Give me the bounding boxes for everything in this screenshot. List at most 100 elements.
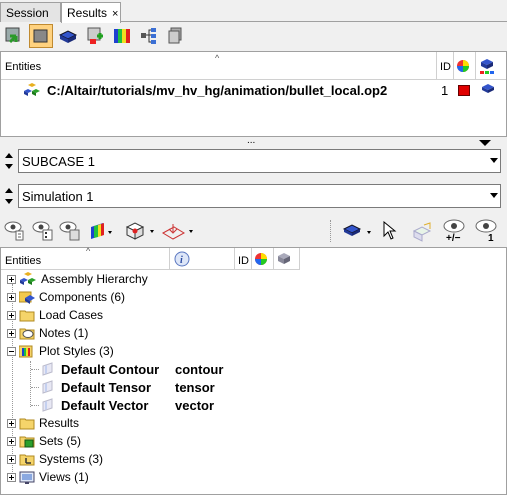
tree-item-label: Assembly Hierarchy [41,272,148,286]
component-icon[interactable] [56,24,80,48]
file-path: C:/Altair/tutorials/mv_hv_hg/animation/b… [47,83,388,98]
chevron-down-icon [490,193,498,198]
sets-icon [19,434,35,448]
results-toolbar [2,24,202,50]
collapse-icon[interactable] [7,346,16,356]
display-toggle-icon[interactable] [29,24,53,48]
component-color-icon[interactable] [342,222,376,243]
tensor-style-icon [41,380,57,394]
tree-item-label: Notes (1) [39,326,89,340]
plus-minus-label: +/− [446,233,461,244]
tree-connector [31,405,39,406]
subcase-select[interactable]: SUBCASE 1 [18,149,501,173]
visibility-column-icon[interactable] [277,252,291,269]
plot-style-type: vector [175,397,215,413]
folder-icon [19,308,35,322]
sort-caret-icon[interactable]: ^ [215,53,219,63]
toolbar-separator [330,220,331,242]
tree-item-label: Components (6) [39,290,126,304]
file-id: 1 [441,83,449,98]
close-icon[interactable]: × [112,8,118,20]
tree-item-label: Sets (5) [39,434,82,448]
splitter[interactable]: ... [0,135,507,147]
plot-style-type: tensor [175,379,215,395]
one-label: 1 [488,233,494,244]
assembly-icon [23,83,41,100]
tree-item-components[interactable]: Components (6) [7,288,125,306]
color-wheel-icon[interactable] [456,59,470,76]
tree-item-systems[interactable]: Systems (3) [7,450,103,468]
show-selected-eye-icon[interactable] [31,220,55,245]
id-column-header[interactable]: ID [238,255,249,267]
plot-style-name: Default Vector [61,397,149,413]
tab-label: Results [67,6,108,20]
chevron-down-icon [490,158,498,163]
tree-item-label: Systems (3) [39,452,104,466]
id-column-header[interactable]: ID [440,61,451,73]
info-icon[interactable]: i [174,251,190,270]
top-table-header: ^ Entities ID [1,52,506,80]
subcase-spinner[interactable] [2,149,17,173]
views-icon [19,470,35,484]
color-swatch[interactable] [458,85,470,96]
notes-icon [19,326,35,340]
expand-icon[interactable] [7,472,16,482]
tree-connector [31,387,39,388]
sort-caret-icon[interactable]: ^ [86,246,90,256]
tree-item-load-cases[interactable]: Load Cases [7,306,103,324]
entities-column-header[interactable]: Entities [5,255,41,267]
entity-browser: ^ Entities i ID Assembly Hierarchy Compo… [0,246,507,495]
tree-item-assembly-hierarchy[interactable]: Assembly Hierarchy [7,270,148,288]
visibility-icon[interactable] [481,83,495,98]
color-wheel-icon[interactable] [254,252,268,269]
expand-icon[interactable] [7,310,16,320]
import-icon[interactable] [2,24,26,48]
tree-item-plot-styles[interactable]: Plot Styles (3) [7,342,114,360]
mesh-style-icon[interactable] [124,221,158,244]
simulation-spinner[interactable] [2,184,17,208]
svg-text:i: i [180,255,183,266]
expand-icon[interactable] [7,418,16,428]
tree-item-sets[interactable]: Sets (5) [7,432,81,450]
components-icon [18,290,35,304]
expand-icon[interactable] [7,292,16,302]
cursor-select-icon[interactable] [382,220,398,244]
systems-icon [19,452,35,466]
tab-session[interactable]: Session [0,2,61,22]
simulation-value: Simulation 1 [22,189,94,204]
plot-style-name: Default Contour [61,361,160,377]
hierarchy-icon[interactable] [137,24,161,48]
tree-item-notes[interactable]: Notes (1) [7,324,88,342]
expand-icon[interactable] [7,274,16,284]
display-toolbar: +/− 1 [0,216,507,246]
show-one-icon[interactable] [474,219,498,236]
tree-item-default-tensor[interactable]: Default Tensor tensor [41,378,215,396]
tree-item-views[interactable]: Views (1) [7,468,89,486]
tree-connector [30,361,31,407]
tree-item-default-contour[interactable]: Default Contour contour [41,360,223,378]
tab-bar: Session Results × [0,0,507,23]
add-component-icon[interactable] [83,24,107,48]
collapse-arrow-icon[interactable] [479,140,491,146]
transparency-icon[interactable] [410,221,434,246]
tree-item-default-vector[interactable]: Default Vector vector [41,396,214,414]
contour-style-icon[interactable] [89,222,115,243]
folder-icon [19,416,35,430]
tree-item-label: Load Cases [39,308,104,322]
simulation-select[interactable]: Simulation 1 [18,184,501,208]
file-row[interactable]: C:/Altair/tutorials/mv_hv_hg/animation/b… [1,80,506,100]
stack-icon[interactable] [164,24,188,48]
isolate-eye-icon[interactable] [58,220,82,245]
visibility-column-icon[interactable] [479,57,495,78]
tree-item-label: Results [39,416,80,430]
contour-style-icon [41,362,57,376]
expand-icon[interactable] [7,328,16,338]
cut-plane-icon[interactable] [160,221,196,244]
tree-item-results[interactable]: Results [7,414,79,432]
tab-results[interactable]: Results × [61,2,121,23]
entities-column-header[interactable]: Entities [5,61,41,73]
expand-icon[interactable] [7,436,16,446]
expand-icon[interactable] [7,454,16,464]
show-eye-icon[interactable] [3,220,27,245]
contour-icon[interactable] [110,24,134,48]
